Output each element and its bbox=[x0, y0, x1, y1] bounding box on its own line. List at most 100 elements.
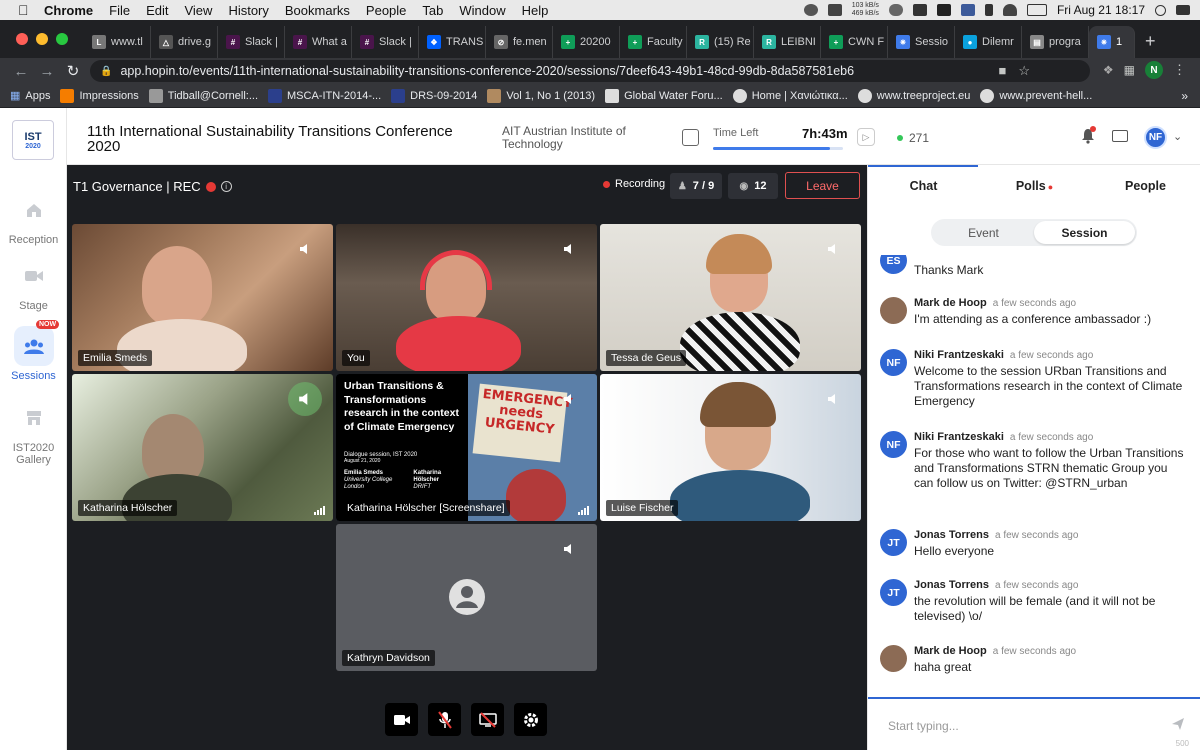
browser-tab[interactable]: ✷ 1 bbox=[1089, 26, 1135, 58]
speaker-icon[interactable] bbox=[827, 392, 839, 404]
chrome-menu-icon[interactable]: ⋮ bbox=[1173, 62, 1186, 78]
bookmark-star-icon[interactable]: ☆ bbox=[1018, 63, 1030, 79]
bookmark-drs[interactable]: DRS-09-2014 bbox=[391, 88, 477, 103]
extensions-puzzle-icon[interactable]: ▦ bbox=[1124, 63, 1135, 77]
menu-help[interactable]: Help bbox=[522, 3, 549, 18]
dropbox-icon[interactable] bbox=[827, 4, 842, 16]
chat-composer[interactable]: Start typing... 500 bbox=[868, 697, 1200, 750]
message-avatar[interactable]: NF bbox=[880, 431, 907, 458]
participants-pill[interactable]: ♟ 7 / 9 bbox=[670, 173, 722, 199]
browser-tab[interactable]: ❖ TRANS bbox=[419, 26, 486, 58]
close-window-button[interactable] bbox=[16, 33, 28, 45]
browser-tab[interactable]: R (15) Re bbox=[687, 26, 754, 58]
bookmarks-overflow-icon[interactable]: » bbox=[1181, 89, 1188, 103]
browser-tab[interactable]: # What a bbox=[285, 26, 352, 58]
nav-reception[interactable]: Reception bbox=[0, 190, 67, 246]
info-icon[interactable]: i bbox=[220, 181, 232, 192]
organizer-name[interactable]: AIT Austrian Institute of Technology bbox=[502, 125, 662, 151]
flag-icon[interactable] bbox=[960, 4, 975, 16]
menu-tab[interactable]: Tab bbox=[422, 3, 443, 18]
back-icon[interactable]: ← bbox=[8, 63, 34, 80]
video-tile-kathryn[interactable]: Kathryn Davidson bbox=[336, 524, 597, 671]
messages-icon[interactable] bbox=[1112, 130, 1128, 142]
tab-polls[interactable]: Polls ● bbox=[979, 165, 1090, 205]
browser-tab[interactable]: + CWN F bbox=[821, 26, 888, 58]
speaker-icon[interactable] bbox=[563, 392, 575, 404]
settings-button[interactable] bbox=[514, 703, 547, 736]
viewers-pill[interactable]: ◉ 12 bbox=[728, 173, 778, 199]
bookmark-impressions[interactable]: Impressions bbox=[60, 88, 139, 103]
message-author[interactable]: Mark de Hoop bbox=[914, 297, 987, 309]
wifi-icon[interactable] bbox=[1002, 4, 1017, 16]
lock-icon[interactable]: 🔒 bbox=[100, 66, 112, 77]
tab-people[interactable]: People bbox=[1090, 165, 1200, 205]
list-icon[interactable] bbox=[1176, 5, 1190, 15]
speaker-icon[interactable] bbox=[299, 242, 311, 254]
nav-stage[interactable]: Stage bbox=[0, 256, 67, 312]
browser-tab[interactable]: R LEIBNI bbox=[754, 26, 821, 58]
segment-session[interactable]: Session bbox=[1034, 221, 1135, 244]
message-author[interactable]: Jonas Torrens bbox=[914, 529, 989, 541]
bookmark-global-water[interactable]: Global Water Foru... bbox=[605, 88, 723, 103]
message-author[interactable]: Mark de Hoop bbox=[914, 645, 987, 657]
camera-blocked-icon[interactable]: ■ bbox=[998, 63, 1006, 79]
new-tab-button[interactable]: + bbox=[1135, 31, 1166, 58]
message-author[interactable]: Niki Frantzeskaki bbox=[914, 431, 1004, 443]
browser-tab[interactable]: ● Dilemr bbox=[955, 26, 1022, 58]
speaker-icon[interactable] bbox=[563, 242, 575, 254]
browser-tab[interactable]: ▤ progra bbox=[1022, 26, 1089, 58]
search-icon[interactable] bbox=[1155, 4, 1166, 16]
speaker-icon[interactable] bbox=[827, 242, 839, 254]
menu-view[interactable]: View bbox=[184, 3, 212, 18]
cloud-icon[interactable] bbox=[888, 4, 903, 16]
segment-event[interactable]: Event bbox=[933, 221, 1034, 244]
tab-chat[interactable]: Chat bbox=[868, 165, 979, 205]
browser-tab[interactable]: Lwww.tl bbox=[84, 26, 151, 58]
video-tile-luise[interactable]: Luise Fischer bbox=[600, 374, 861, 521]
message-avatar[interactable] bbox=[880, 297, 907, 324]
screenshare-toggle-button[interactable] bbox=[471, 703, 504, 736]
bookmark-apps[interactable]: ▦ Apps bbox=[10, 89, 50, 103]
message-author[interactable]: Niki Frantzeskaki bbox=[914, 349, 1004, 361]
bookmark-msca[interactable]: MSCA-ITN-2014-... bbox=[268, 88, 381, 103]
user-avatar[interactable]: NF bbox=[1144, 126, 1167, 149]
zoom-window-button[interactable] bbox=[56, 33, 68, 45]
bookmark-vol1[interactable]: Vol 1, No 1 (2013) bbox=[487, 88, 595, 103]
menu-window[interactable]: Window bbox=[459, 3, 505, 18]
video-tile-screenshare[interactable]: Urban Transitions & Transformations rese… bbox=[336, 374, 597, 521]
bluetooth-icon[interactable] bbox=[984, 4, 993, 16]
url-bar[interactable]: 🔒 app.hopin.to/events/11th-international… bbox=[90, 60, 1090, 82]
browser-tab[interactable]: # Slack | bbox=[218, 26, 285, 58]
chat-input[interactable]: Start typing... bbox=[888, 719, 959, 733]
message-author[interactable]: Jonas Torrens bbox=[914, 579, 989, 591]
video-tile-katharina[interactable]: Katharina Hölscher bbox=[72, 374, 333, 521]
battery-icon[interactable] bbox=[1026, 4, 1047, 16]
bookmark-prevent-hell[interactable]: www.prevent-hell... bbox=[980, 88, 1092, 103]
nav-sessions[interactable]: NOW Sessions bbox=[0, 320, 67, 382]
calendar-icon[interactable] bbox=[682, 129, 699, 146]
minimize-window-button[interactable] bbox=[36, 33, 48, 45]
typeeto-icon[interactable] bbox=[936, 4, 951, 16]
apple-icon[interactable]:  bbox=[18, 2, 34, 18]
menu-edit[interactable]: Edit bbox=[146, 3, 168, 18]
clock[interactable]: Fri Aug 21 18:17 bbox=[1057, 3, 1145, 17]
menu-history[interactable]: History bbox=[228, 3, 268, 18]
chat-messages[interactable]: ES Thanks Mark Mark de Hoop a few seconds a… bbox=[868, 255, 1200, 700]
nav-gallery[interactable]: IST2020 Gallery bbox=[0, 398, 67, 466]
speaker-icon[interactable] bbox=[563, 542, 575, 554]
message-avatar[interactable]: JT bbox=[880, 529, 907, 556]
dropbox-extension-icon[interactable]: ❖ bbox=[1103, 63, 1114, 77]
menu-bookmarks[interactable]: Bookmarks bbox=[285, 3, 350, 18]
bookmark-treeproject[interactable]: www.treeproject.eu bbox=[857, 88, 970, 103]
notifications-bell-icon[interactable] bbox=[1080, 126, 1096, 144]
leave-button[interactable]: Leave bbox=[785, 172, 860, 199]
microphone-toggle-button[interactable] bbox=[428, 703, 461, 736]
browser-tab[interactable]: # Slack | bbox=[352, 26, 419, 58]
bookmark-home[interactable]: Home | Χανιώτικα... bbox=[732, 88, 848, 103]
video-tile-you[interactable]: You bbox=[336, 224, 597, 371]
video-tile-tessa[interactable]: Tessa de Geus bbox=[600, 224, 861, 371]
menu-app-name[interactable]: Chrome bbox=[44, 3, 93, 18]
event-logo[interactable]: IST 2020 bbox=[12, 120, 54, 160]
message-avatar[interactable]: JT bbox=[880, 579, 907, 606]
camera-toggle-button[interactable] bbox=[385, 703, 418, 736]
